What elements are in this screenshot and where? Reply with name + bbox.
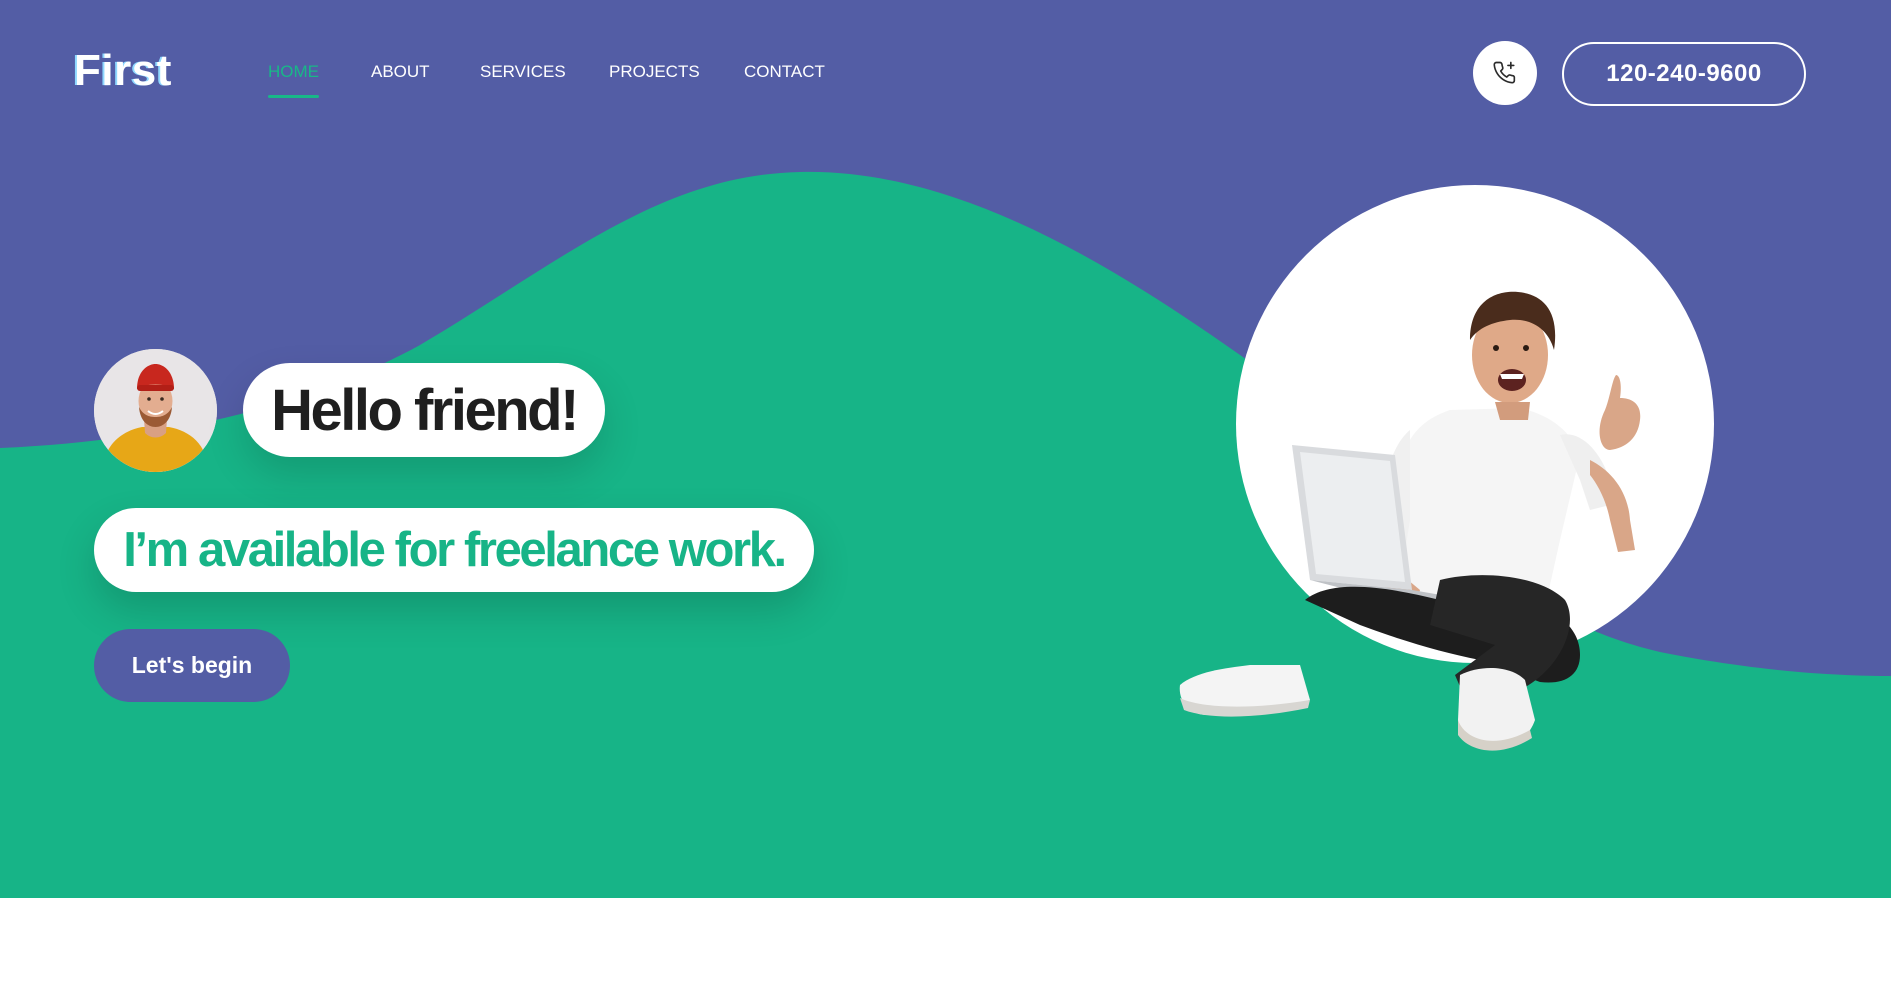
tagline-bubble: I’m available for freelance work.: [94, 508, 814, 592]
nav-item-home[interactable]: HOME: [268, 62, 319, 98]
hero-section: First HOME ABOUT SERVICES PROJECTS CONTA…: [0, 0, 1891, 898]
call-button[interactable]: [1473, 41, 1537, 105]
nav-item-services[interactable]: SERVICES: [480, 62, 566, 82]
avatar-portrait-image: [94, 349, 217, 472]
phone-call-icon: [1493, 61, 1516, 84]
lets-begin-button[interactable]: Let's begin: [94, 629, 290, 702]
phone-number-button[interactable]: 120-240-9600: [1562, 42, 1806, 106]
greeting-bubble: Hello friend!: [243, 363, 605, 457]
avatar: [94, 349, 217, 472]
nav-item-contact[interactable]: CONTACT: [744, 62, 825, 82]
hero-person-image: [1179, 291, 1641, 751]
site-logo[interactable]: First: [74, 46, 172, 96]
nav-item-about[interactable]: ABOUT: [371, 62, 430, 82]
nav-item-projects[interactable]: PROJECTS: [609, 62, 700, 82]
